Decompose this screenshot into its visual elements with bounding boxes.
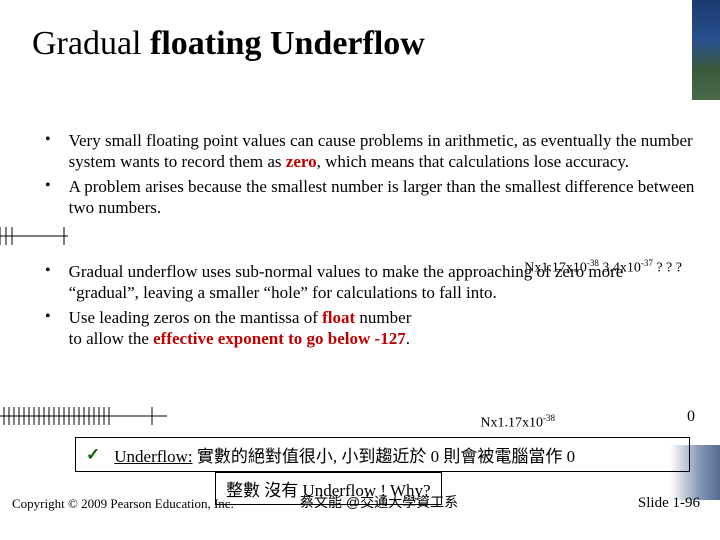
copyright: Copyright © 2009 Pearson Education, Inc.: [12, 496, 234, 512]
nl1-e2: -37: [641, 258, 653, 268]
author-credit: 蔡文能 @交通大學資工系: [300, 492, 458, 512]
bullet-4-text-a: Use leading zeros on the mantissa of: [69, 308, 323, 327]
bullet-2-text: A problem arises because the smallest nu…: [69, 176, 695, 219]
nl1-e1: -38: [587, 258, 599, 268]
zero-label: 0: [687, 408, 695, 426]
decorative-strip-top: [692, 0, 720, 100]
nl2-n1: Nx1.17x10: [480, 416, 543, 431]
bullet-4-text-d: .: [406, 329, 410, 348]
number-line-1-label: Nx1.17x10-38 3.4x10-37 ? ? ?: [524, 258, 682, 277]
underflow-box: ✓ Underflow: 實數的絕對值很小, 小到趨近於 0 則會被電腦當作 0: [75, 437, 690, 472]
number-line-2: [0, 405, 672, 427]
slide: Gradual floating Underflow Very small fl…: [0, 0, 720, 540]
nl2-e1: -38: [543, 413, 555, 423]
bullet-1-zero: zero: [286, 152, 317, 171]
nl1-n1: Nx1.17x10: [524, 261, 587, 276]
bullet-4: Use leading zeros on the mantissa of flo…: [45, 307, 695, 350]
bullet-list: Very small floating point values can cau…: [45, 130, 695, 218]
title-part2: floating Underflow: [150, 25, 425, 62]
underflow-label: Underflow:: [114, 447, 192, 466]
nl1-q: ? ? ?: [653, 261, 682, 276]
nl1-n2: 3.4x10: [599, 261, 641, 276]
bullet-1: Very small floating point values can cau…: [45, 130, 695, 173]
bullet-1-text-b: , which means that calculations lose acc…: [317, 152, 629, 171]
number-line-1: [0, 225, 658, 247]
check-icon: ✓: [86, 445, 100, 465]
bullet-4-text-c: to allow the: [69, 329, 154, 348]
bullet-4-text-b: number: [355, 308, 411, 327]
bullet-4-float: float: [322, 308, 355, 327]
bullet-2: A problem arises because the smallest nu…: [45, 176, 695, 219]
slide-title: Gradual floating Underflow: [32, 25, 425, 63]
underflow-text: 實數的絕對值很小, 小到趨近於 0 則會被電腦當作 0: [193, 447, 576, 466]
number-line-2-label: Nx1.17x10-38: [480, 413, 555, 432]
bullet-4-eff: effective exponent to go below -127: [153, 329, 406, 348]
slide-number: Slide 1-96: [638, 495, 700, 512]
title-part1: Gradual: [32, 25, 150, 62]
